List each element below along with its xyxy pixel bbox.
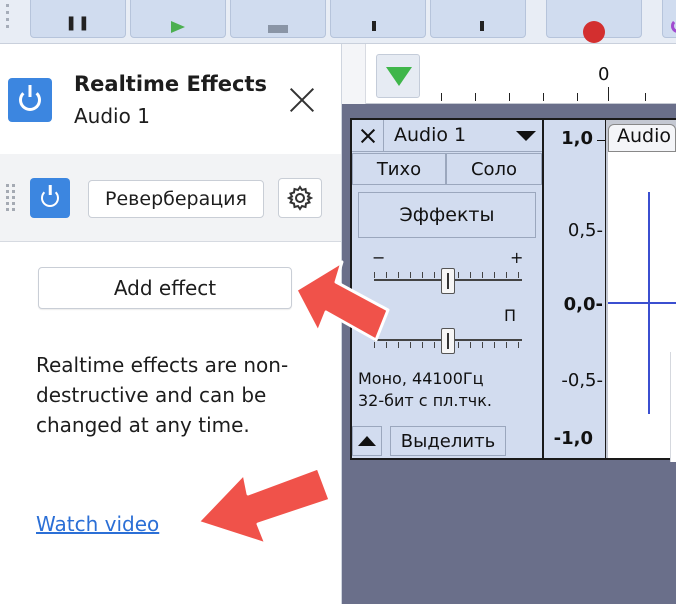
ruler-label: 0 — [598, 64, 610, 85]
effect-power-toggle[interactable] — [30, 178, 70, 218]
master-power-toggle[interactable] — [8, 78, 52, 122]
stop-button[interactable] — [230, 0, 326, 38]
panel-title: Realtime Effects — [74, 72, 268, 96]
track-control-panel: Audio 1 Тихо Соло Эффекты − + Л П Моно, … — [350, 118, 544, 460]
skip-to-end-button[interactable] — [430, 0, 526, 38]
gain-plus-label: + — [510, 248, 524, 267]
track-name-menu[interactable]: Audio 1 — [394, 124, 466, 146]
amplitude-label: -0,5- — [561, 370, 603, 391]
mute-button[interactable]: Тихо — [352, 153, 446, 185]
add-effect-button[interactable]: Add effect — [38, 267, 292, 309]
collapse-track-icon[interactable] — [352, 426, 382, 456]
gain-minus-label: − — [372, 248, 386, 267]
gear-icon — [287, 185, 313, 211]
format-line-2: 32-бит с пл.тчк. — [358, 391, 492, 410]
solo-button[interactable]: Соло — [446, 153, 542, 185]
amplitude-label: 0,5- — [567, 220, 603, 241]
transport-toolbar: ❚❚ — [0, 0, 676, 44]
amplitude-ruler[interactable]: 1,0 0,5- 0,0- -0,5- -1,0 — [544, 118, 606, 460]
track-bottom-controls: Выделить — [352, 418, 542, 458]
effect-settings-button[interactable] — [278, 178, 322, 218]
amplitude-label: 1,0 — [561, 128, 593, 149]
close-track-icon[interactable] — [352, 120, 384, 152]
effect-name-button[interactable]: Реверберация — [88, 180, 264, 218]
power-icon — [19, 89, 41, 111]
waveform[interactable] — [608, 152, 676, 462]
track-header: Audio 1 — [352, 120, 542, 152]
pan-right-label: П — [504, 306, 517, 325]
pause-icon: ❚❚ — [65, 15, 91, 31]
pan-slider[interactable] — [374, 328, 522, 354]
watch-video-link[interactable]: Watch video — [36, 512, 159, 536]
help-text: Realtime effects are non-destructive and… — [36, 353, 289, 437]
effect-row: Реверберация — [0, 154, 341, 242]
gain-slider[interactable] — [374, 268, 522, 294]
amplitude-label: 0,0- — [563, 294, 603, 315]
time-ruler[interactable]: 0 — [342, 44, 676, 104]
pan-slider-handle[interactable] — [441, 328, 455, 354]
play-icon — [171, 21, 185, 33]
play-button[interactable] — [130, 0, 226, 38]
record-icon — [583, 21, 605, 43]
loop-button[interactable] — [662, 0, 676, 38]
format-line-1: Моно, 44100Гц — [358, 369, 484, 388]
power-icon — [41, 189, 59, 207]
effects-button[interactable]: Эффекты — [358, 192, 536, 238]
realtime-effects-panel: Realtime Effects Audio 1 Реверберация Ad… — [0, 44, 342, 604]
select-track-button[interactable]: Выделить — [390, 426, 506, 456]
timeline-area: 0 Audio 1 Тихо Соло Эффекты − + Л П — [342, 44, 676, 604]
stop-icon — [268, 25, 288, 33]
clip-title[interactable]: Audio 1 — [608, 124, 676, 152]
audio-track-lane[interactable]: Audio 1 — [606, 118, 676, 462]
gain-slider-handle[interactable] — [441, 268, 455, 294]
record-button[interactable] — [546, 0, 642, 43]
panel-subtitle: Audio 1 — [74, 104, 150, 128]
skip-to-start-button[interactable] — [330, 0, 426, 38]
track-format-info: Моно, 44100Гц 32-бит с пл.тчк. — [358, 368, 492, 412]
pause-button[interactable]: ❚❚ — [30, 0, 126, 38]
toolbar-grip[interactable] — [6, 2, 16, 38]
close-icon[interactable] — [286, 84, 318, 116]
chevron-down-icon[interactable] — [516, 131, 536, 141]
play-head-button[interactable] — [376, 54, 420, 98]
panel-header: Realtime Effects Audio 1 — [0, 44, 341, 154]
loop-icon — [671, 19, 676, 33]
skip-start-icon — [372, 21, 384, 31]
mute-solo-row: Тихо Соло — [352, 153, 542, 185]
drag-handle-icon[interactable] — [6, 184, 18, 212]
ruler-gutter — [342, 44, 366, 104]
amplitude-label: -1,0 — [553, 428, 593, 449]
skip-end-icon — [472, 21, 484, 31]
